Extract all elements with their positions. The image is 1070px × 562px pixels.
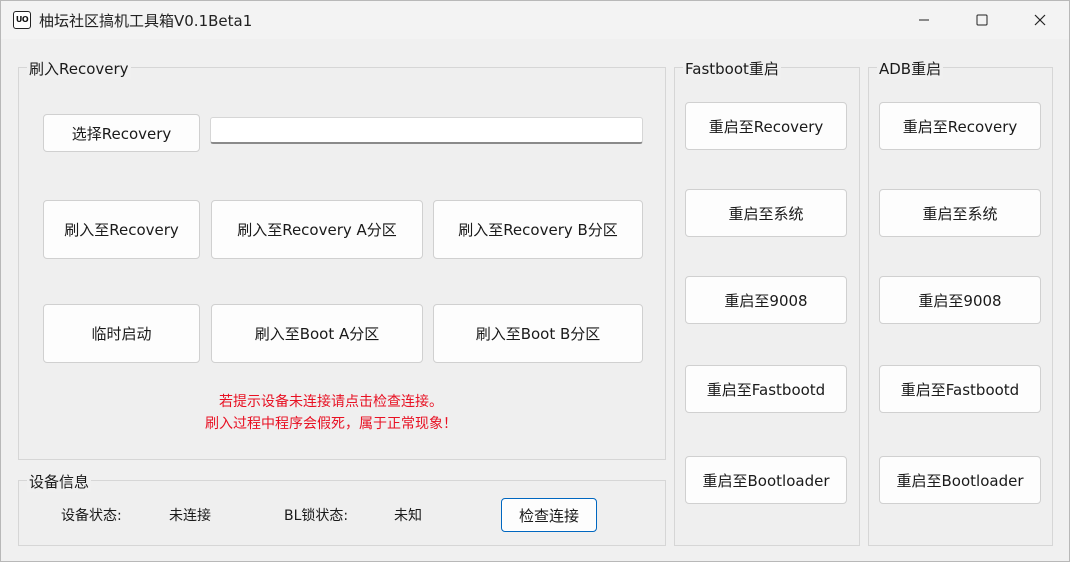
flash-boot-a-button[interactable]: 刷入至Boot A分区	[211, 304, 423, 363]
flash-recovery-b-button[interactable]: 刷入至Recovery B分区	[433, 200, 643, 259]
bl-status-value: 未知	[394, 508, 422, 524]
minimize-button[interactable]	[901, 1, 947, 39]
close-icon	[1034, 14, 1046, 26]
flash-recovery-a-button[interactable]: 刷入至Recovery A分区	[211, 200, 423, 259]
bl-status-label: BL锁状态:	[284, 508, 349, 524]
fastboot-reboot-system-button[interactable]: 重启至系统	[685, 189, 847, 237]
adb-reboot-9008-button[interactable]: 重启至9008	[879, 276, 1041, 324]
minimize-icon	[919, 19, 929, 21]
warning-line-2: 刷入过程中程序会假死，属于正常现象！	[205, 416, 457, 432]
adb-reboot-system-button[interactable]: 重启至系统	[879, 189, 1041, 237]
flash-boot-b-button[interactable]: 刷入至Boot B分区	[433, 304, 643, 363]
maximize-button[interactable]	[959, 1, 1005, 39]
fastboot-group-label: Fastboot重启	[683, 58, 781, 79]
title-bar[interactable]: UO 柚坛社区搞机工具箱V0.1Beta1	[1, 1, 1069, 39]
adb-reboot-fastbootd-button[interactable]: 重启至Fastbootd	[879, 365, 1041, 413]
window-title: 柚坛社区搞机工具箱V0.1Beta1	[39, 12, 253, 30]
fastboot-reboot-bootloader-button[interactable]: 重启至Bootloader	[685, 456, 847, 504]
fastboot-reboot-recovery-button[interactable]: 重启至Recovery	[685, 102, 847, 150]
device-status-value: 未连接	[169, 508, 211, 524]
adb-reboot-recovery-button[interactable]: 重启至Recovery	[879, 102, 1041, 150]
maximize-icon	[976, 14, 988, 26]
main-window: UO 柚坛社区搞机工具箱V0.1Beta1 刷入Recovery 选择Recov…	[0, 0, 1070, 562]
device-info-group-label: 设备信息	[27, 471, 92, 492]
app-logo-icon: UO	[13, 11, 31, 29]
temp-boot-button[interactable]: 临时启动	[43, 304, 200, 363]
warning-line-1: 若提示设备未连接请点击检查连接。	[219, 394, 443, 410]
fastboot-reboot-fastbootd-button[interactable]: 重启至Fastbootd	[685, 365, 847, 413]
select-recovery-button[interactable]: 选择Recovery	[43, 114, 200, 152]
fastboot-reboot-9008-button[interactable]: 重启至9008	[685, 276, 847, 324]
check-connection-button[interactable]: 检查连接	[501, 498, 597, 532]
adb-reboot-bootloader-button[interactable]: 重启至Bootloader	[879, 456, 1041, 504]
flash-recovery-button[interactable]: 刷入至Recovery	[43, 200, 200, 259]
adb-group-label: ADB重启	[877, 58, 944, 79]
close-button[interactable]	[1017, 1, 1063, 39]
recovery-group-label: 刷入Recovery	[27, 58, 131, 79]
recovery-path-input[interactable]	[210, 117, 643, 144]
device-status-label: 设备状态:	[61, 508, 122, 524]
